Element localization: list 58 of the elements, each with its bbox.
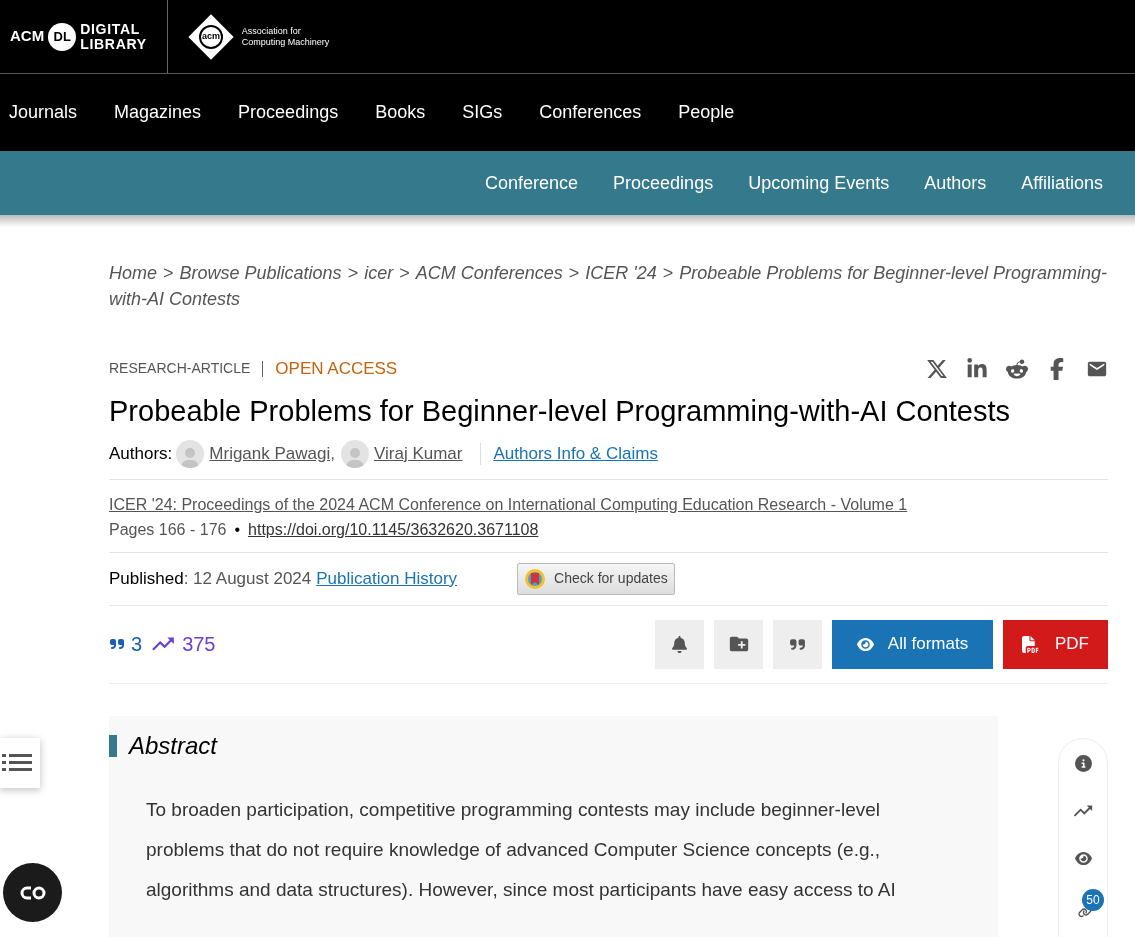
article-type: RESEARCH-ARTICLE (109, 359, 251, 379)
logo-text: ACM (10, 26, 45, 47)
authors-info-link[interactable]: Authors Info & Claims (493, 440, 658, 467)
open-access-label: OPEN ACCESS (275, 358, 398, 380)
logo-badge: DL (48, 22, 77, 51)
breadcrumb[interactable]: Home > Browse Publications > icer > ACM Conferences > ICER '24 > Probeable Problems for Beginner-level Programming-with-AI Contests (109, 260, 1108, 312)
published-date: Published: 12 August 2024 (109, 567, 312, 590)
logo-text: Association for Computing Machinery (241, 25, 330, 48)
publication-history-link[interactable]: Publication History (316, 565, 458, 592)
check-for-updates-button[interactable]: Check for updates (517, 562, 675, 595)
citations-icon (109, 636, 125, 652)
abstract-text: To broaden participation, competitive programming contests may include beginner-level problems that do not require knowledge of advanced Computer Science concepts (e.g., algorithms and data structures). However, since most participants have easy access to AI (145, 797, 897, 902)
bookmark-badge-icon (524, 567, 547, 590)
pdf-icon (1022, 635, 1039, 653)
doi-link[interactable]: https://doi.org/10.1145/3632620.3671108 (248, 516, 539, 542)
alert-button[interactable] (655, 619, 704, 669)
nav-link[interactable]: People (678, 99, 735, 126)
download-count: 375 (182, 632, 216, 657)
menu-toggle-button[interactable] (0, 738, 40, 788)
acm-logo[interactable]: acm Association for Computing Machinery (167, 0, 330, 73)
pages-text: Pages 166 - 176 (109, 519, 227, 540)
nav-link[interactable]: SIGs (462, 99, 503, 126)
eye-icon (856, 635, 874, 653)
nav-link[interactable]: Affiliations (1021, 169, 1103, 197)
nav-link[interactable]: Authors (924, 169, 987, 197)
author-link[interactable]: Mrigank Pawagi, (209, 440, 335, 467)
nav-link[interactable]: Conferences (539, 99, 642, 126)
logo-mark: acm (198, 24, 223, 49)
nav-link[interactable]: Proceedings (238, 99, 339, 126)
logo-text: DIGITAL LIBRARY (80, 21, 147, 52)
abstract-heading: Abstract (129, 730, 218, 761)
reddit-share-icon[interactable] (1006, 357, 1028, 380)
cite-button[interactable] (773, 619, 822, 669)
nav-link[interactable]: Proceedings (613, 169, 714, 197)
avatar-icon (176, 439, 205, 468)
article-title: Probeable Problems for Beginner-level Programming-with-AI Contests (109, 393, 1011, 429)
linkedin-share-icon[interactable] (966, 357, 988, 380)
info-icon[interactable] (1074, 755, 1092, 772)
citation-count: 3 (131, 632, 143, 657)
nav-link[interactable]: Journals (9, 99, 78, 126)
add-to-binder-button[interactable] (714, 619, 763, 669)
nav-link[interactable]: Books (375, 99, 426, 126)
heading-accent (109, 734, 117, 757)
proceedings-link[interactable]: ICER '24: Proceedings of the 2024 ACM Conference on International Computing Education Research - Volume 1 (109, 491, 1108, 517)
bullet-separator: • (234, 519, 241, 540)
nav-link[interactable]: Magazines (114, 99, 202, 126)
bell-icon (671, 635, 688, 653)
all-formats-button[interactable]: All formats (832, 619, 993, 669)
x-share-icon[interactable] (926, 357, 948, 380)
avatar-icon (341, 439, 369, 468)
authors-label: Authors: (109, 442, 173, 465)
count-badge: 50 (1082, 889, 1104, 911)
pdf-button[interactable]: PDF (1003, 619, 1108, 669)
list-icon (2, 754, 32, 772)
eye-icon[interactable] (1074, 850, 1092, 867)
nav-link[interactable]: Upcoming Events (748, 169, 890, 197)
nav-link[interactable]: Conference (485, 169, 579, 197)
author-link[interactable]: Viraj Kumar (374, 440, 463, 467)
